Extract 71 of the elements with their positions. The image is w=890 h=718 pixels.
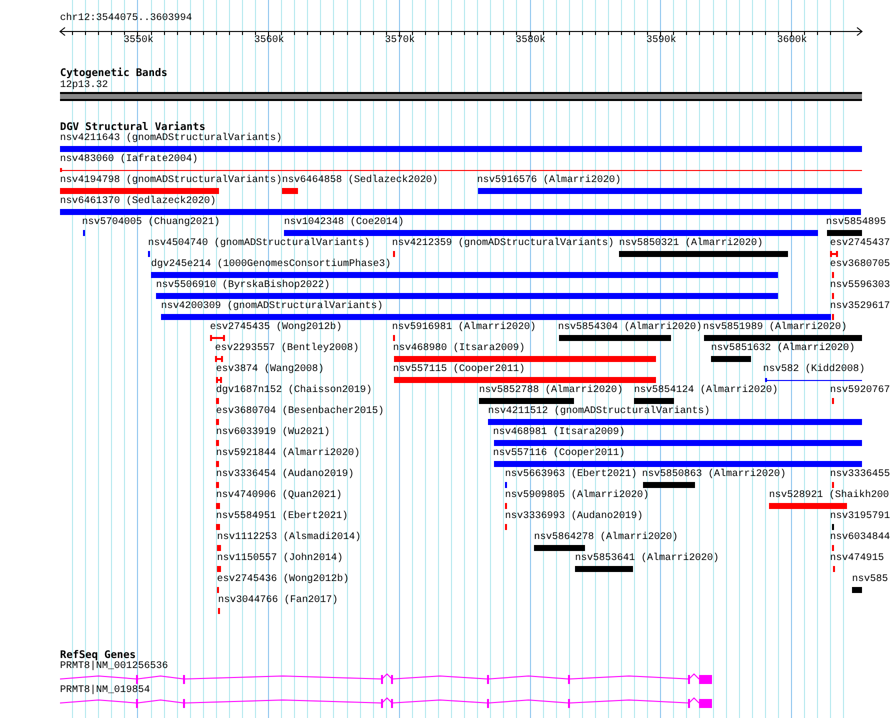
tick-label: 3570k	[384, 36, 415, 46]
variant-label: nsv474915	[830, 554, 884, 564]
track-title: RefSeq Genes	[60, 650, 136, 660]
variant-label: nsv5854124 (Almarri2020)	[634, 386, 778, 396]
variant-label: nsv5850321 (Almarri2020)	[619, 239, 764, 249]
variant-label: nsv3195791	[830, 512, 890, 522]
variant-label: esv2745436 (Wong2012b)	[217, 575, 350, 585]
track-title: Cytogenetic Bands	[60, 68, 168, 78]
variant-label: nsv4211512 (gnomADStructuralVariants)	[488, 407, 710, 417]
tick-label: 3560k	[254, 36, 284, 46]
variant-label: nsv3529617	[830, 302, 890, 312]
variant-label: nsv5663963 (Ebert2021)	[505, 470, 638, 480]
variant-label: esv2745435 (Wong2012b)	[210, 323, 342, 333]
tick-label: 3600k	[776, 36, 807, 46]
track-title: DGV Structural Variants	[60, 122, 206, 132]
variant-label: esv3680704 (Besenbacher2015)	[216, 407, 384, 417]
variant-label: nsv4740906 (Quan2021)	[216, 491, 342, 501]
variant-label: nsv5920767	[830, 386, 890, 396]
gene-label: PRMT8|NM_001256536	[60, 662, 168, 672]
variant-label: nsv557116 (Cooper2011)	[493, 449, 626, 459]
tick-label: 3550k	[123, 36, 154, 46]
variant-label: nsv557115 (Cooper2011)	[393, 365, 526, 375]
variant-label: nsv5909805 (Almarri2020)	[505, 491, 650, 501]
variant-label: nsv5584951 (Ebert2021)	[216, 512, 348, 522]
variant-label: nsv5921844 (Almarri2020)	[216, 449, 360, 459]
variant-label: esv2745437	[830, 239, 890, 249]
variant-label: nsv6033919 (Wu2021)	[216, 428, 330, 438]
variant-label: nsv528921 (Shaikh200	[769, 491, 890, 501]
region-label: chr12:3544075..3603994	[60, 14, 192, 24]
variant-label: nsv5851989 (Almarri2020)	[703, 323, 848, 333]
tick-label: 3580k	[516, 36, 546, 46]
variant-label: nsv1150557 (John2014)	[217, 554, 344, 564]
variant-label: nsv5596303	[830, 281, 890, 291]
variant-label: nsv5506910 (ByrskaBishop2022)	[156, 281, 330, 291]
tick-label: 3590k	[646, 36, 676, 46]
variant-label: nsv4504740 (gnomADStructuralVariants)	[148, 239, 370, 249]
variant-label: nsv5704005 (Chuang2021)	[82, 218, 220, 228]
variant-label: dgv245e214 (1000GenomesConsortiumPhase3)	[151, 260, 392, 270]
variant-label: nsv1112253 (Alsmadi2014)	[217, 533, 362, 543]
variant-label: nsv3336993 (Audano2019)	[505, 512, 644, 522]
variant-label: nsv6464858 (Sedlazeck2020)	[282, 176, 438, 186]
band-label: 12p13.32	[60, 81, 108, 91]
variant-label: esv3874 (Wang2008)	[216, 365, 324, 375]
variant-label: nsv468980 (Itsara2009)	[393, 344, 526, 354]
variant-label: nsv4211643 (gnomADStructuralVariants)	[60, 134, 282, 144]
variant-label: nsv4200309 (gnomADStructuralVariants)	[161, 302, 384, 312]
variant-label: nsv1042348 (Coe2014)	[284, 218, 404, 228]
variant-label: esv3680705	[830, 260, 890, 270]
variant-label: nsv5853641 (Almarri2020)	[575, 554, 720, 564]
variant-label: nsv5916981 (Almarri2020)	[392, 323, 536, 333]
variant-label: nsv3336455	[830, 470, 890, 480]
variant-label: nsv5850863 (Almarri2020)	[642, 470, 786, 480]
variant-label: nsv5854895	[826, 218, 886, 228]
variant-label: nsv5854304 (Almarri2020)	[558, 323, 702, 333]
variant-label: nsv4194798 (gnomADStructuralVariants)	[60, 176, 282, 186]
variant-label: nsv6034844	[830, 533, 890, 543]
variant-label: nsv468981 (Itsara2009)	[493, 428, 626, 438]
gene-label: PRMT8|NM_019854	[60, 686, 150, 696]
variant-label: nsv582 (Kidd2008)	[763, 365, 866, 375]
variant-label: dgv1687n152 (Chaisson2019)	[216, 386, 372, 396]
variant-label: nsv3336454 (Audano2019)	[216, 470, 354, 480]
variant-label: nsv4212359 (gnomADStructuralVariants)	[392, 239, 614, 249]
variant-label: nsv5852788 (Almarri2020)	[479, 386, 624, 396]
variant-label: nsv5851632 (Almarri2020)	[711, 344, 856, 354]
variant-label: nsv5864278 (Almarri2020)	[534, 533, 678, 543]
variant-label: nsv6461370 (Sedlazeck2020)	[60, 197, 216, 207]
variant-label: nsv483060 (Iafrate2004)	[60, 155, 198, 165]
variant-label: nsv585	[852, 575, 888, 585]
variant-label: nsv5916576 (Almarri2020)	[477, 176, 622, 186]
variant-label: esv2293557 (Bentley2008)	[215, 344, 360, 354]
variant-label: nsv3044766 (Fan2017)	[218, 596, 338, 606]
